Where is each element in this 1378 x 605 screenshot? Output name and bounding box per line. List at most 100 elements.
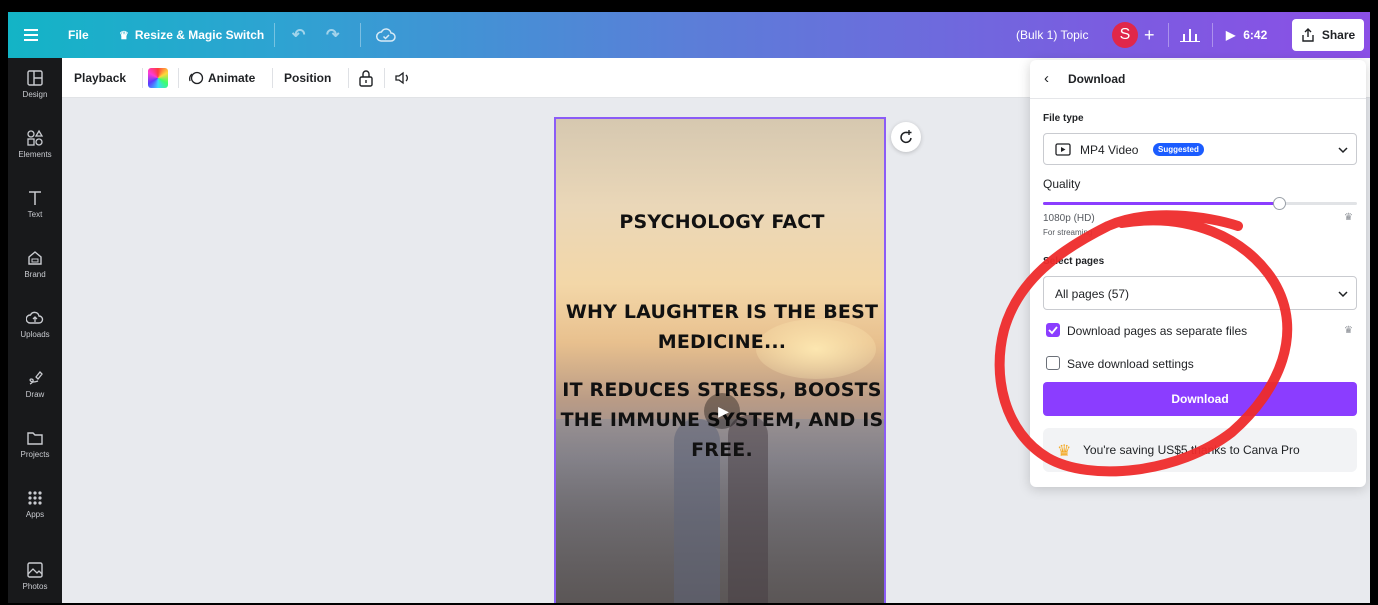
color-swatch-icon [148,68,168,88]
quality-value: 1080p (HD) [1043,213,1095,224]
design-title[interactable]: (Bulk 1) Topic [1016,12,1088,58]
canva-editor-window: File ♛ Resize & Magic Switch ↶ ↷ (Bulk 1… [8,12,1370,603]
back-chevron-icon[interactable]: ‹ [1044,70,1049,87]
select-pages-label: Select pages [1043,256,1105,267]
rail-item-brand[interactable]: Brand [8,238,62,290]
select-pages-dropdown[interactable]: All pages (57) [1043,276,1357,310]
color-picker-button[interactable] [148,58,168,98]
share-label: Share [1321,28,1356,42]
refresh-plus-icon [900,130,912,144]
rail-item-photos[interactable]: Photos [8,550,62,602]
chevron-down-icon [1338,291,1348,298]
file-type-value: MP4 Video [1080,143,1139,157]
lock-icon[interactable] [358,58,374,98]
apps-grid-icon [28,491,42,505]
animate-icon [188,71,204,85]
separate-files-label[interactable]: Download pages as separate files [1067,324,1247,338]
animate-button[interactable]: Animate [188,58,255,98]
resize-magic-switch-button[interactable]: ♛ Resize & Magic Switch [119,12,264,58]
file-type-select[interactable]: MP4 Video Suggested [1043,133,1357,165]
upload-cloud-icon [26,311,44,324]
draw-icon [29,371,43,385]
divider [142,68,143,88]
suggested-badge: Suggested [1153,143,1204,156]
rail-item-apps[interactable]: Apps [8,478,62,530]
rail-item-draw[interactable]: Draw [8,358,62,410]
checkmark-icon [1048,326,1058,335]
position-button[interactable]: Position [284,58,331,98]
cloud-saved-icon[interactable] [376,12,396,58]
share-button[interactable]: Share [1292,19,1364,51]
divider [178,68,179,88]
panel-title: Download [1068,72,1126,86]
page-text-line[interactable]: MEDICINE... [556,331,884,353]
quality-slider-thumb[interactable] [1272,197,1286,210]
divider [1212,23,1213,47]
undo-icon[interactable]: ↶ [292,12,305,58]
rail-label: Text [27,210,43,219]
quality-slider[interactable] [1043,197,1357,210]
page-heading[interactable]: PSYCHOLOGY FACT [556,211,884,233]
divider [272,68,273,88]
shapes-icon [27,129,44,146]
text-icon [29,191,41,205]
crown-icon: ♛ [1344,325,1353,336]
play-icon: ▶ [718,402,729,419]
divider [348,68,349,88]
rail-label: Uploads [20,330,50,339]
divider [274,23,275,47]
play-icon: ▶ [1226,28,1236,42]
separate-files-checkbox[interactable] [1046,323,1060,337]
download-panel: ‹ Download File type MP4 Video Suggested… [1030,60,1366,487]
chevron-down-icon [1338,147,1348,154]
page-text-line[interactable]: WHY LAUGHTER IS THE BEST [556,301,884,323]
resize-label: Resize & Magic Switch [134,28,265,42]
rail-label: Elements [18,150,52,159]
quality-note: For streaming [1043,228,1093,237]
layout-icon [27,70,43,86]
save-settings-label[interactable]: Save download settings [1067,357,1194,371]
rail-item-text[interactable]: Text [8,178,62,230]
quality-label: Quality [1043,177,1081,191]
side-rail: Design Elements Text Brand Uploads Draw … [8,58,62,603]
rail-label: Photos [22,582,48,591]
quality-slider-fill [1043,202,1279,205]
video-play-button[interactable]: ▶ [704,393,740,429]
rail-item-elements[interactable]: Elements [8,118,62,170]
file-type-label: File type [1043,113,1084,124]
playback-button[interactable]: Playback [74,58,126,98]
animate-label: Animate [208,71,256,85]
insights-icon[interactable] [1180,12,1200,58]
divider [1030,98,1366,99]
rail-item-design[interactable]: Design [8,58,62,110]
redo-icon[interactable]: ↷ [326,12,339,58]
regenerate-button[interactable] [891,122,921,152]
duration-label: 6:42 [1243,28,1268,42]
rail-label: Projects [20,450,50,459]
rail-item-uploads[interactable]: Uploads [8,298,62,350]
avatar-initial: S [1112,22,1138,48]
divider [384,68,385,88]
pro-savings-banner: ♛ You're saving US$5 thanks to Canva Pro [1043,428,1357,472]
volume-icon[interactable] [394,58,412,98]
top-bar: File ♛ Resize & Magic Switch ↶ ↷ (Bulk 1… [8,12,1370,58]
rail-label: Design [22,90,48,99]
present-button[interactable]: ▶ 6:42 [1226,12,1267,58]
rail-label: Apps [25,510,45,519]
rail-label: Draw [25,390,45,399]
file-menu-button[interactable]: File [68,12,89,58]
divider [360,23,361,47]
rail-label: Brand [24,270,46,279]
menu-icon[interactable] [24,12,38,58]
folder-icon [27,432,43,445]
rail-item-projects[interactable]: Projects [8,418,62,470]
share-icon [1302,28,1314,42]
save-settings-checkbox[interactable] [1046,356,1060,370]
page-text-line[interactable]: FREE. [556,439,884,461]
avatar[interactable]: S [1112,12,1138,58]
design-page[interactable]: PSYCHOLOGY FACT WHY LAUGHTER IS THE BEST… [554,117,886,603]
crown-icon: ♛ [1344,212,1353,223]
image-icon [27,562,43,578]
download-button[interactable]: Download [1043,382,1357,416]
add-collaborator-button[interactable]: + [1144,12,1155,58]
